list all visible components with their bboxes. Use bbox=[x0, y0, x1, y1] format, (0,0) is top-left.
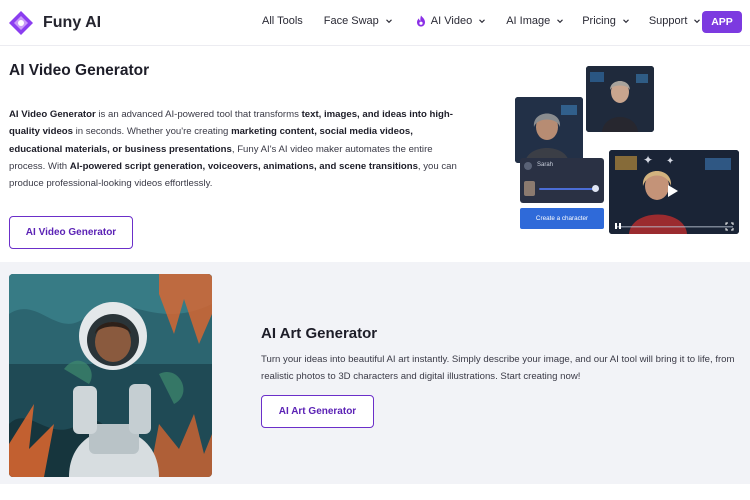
page-bottom-strip bbox=[0, 484, 750, 500]
video-thumbnail bbox=[586, 66, 654, 132]
nav-item-face-swap[interactable]: Face Swap bbox=[324, 15, 392, 27]
section-title: AI Video Generator bbox=[9, 62, 150, 79]
character-name: Sarah bbox=[537, 162, 554, 168]
app-button[interactable]: APP bbox=[702, 11, 742, 33]
astronaut-artwork-image bbox=[9, 274, 212, 477]
section-description: Turn your ideas into beautiful AI art in… bbox=[261, 354, 735, 382]
sparkle-icon: ✦ bbox=[643, 153, 654, 167]
create-character-button[interactable]: Create a character bbox=[520, 208, 604, 229]
chevron-down-icon bbox=[694, 19, 701, 24]
character-panel: Sarah bbox=[520, 158, 604, 203]
nav-item-label: Pricing bbox=[582, 15, 616, 27]
video-thumbnail bbox=[515, 97, 583, 163]
section-description: AI Video Generator is an advanced AI-pow… bbox=[9, 106, 459, 192]
presenter-image bbox=[515, 97, 583, 163]
pause-icon[interactable] bbox=[614, 222, 622, 230]
brand-name: Funy AI bbox=[43, 14, 102, 31]
funy-ai-logo-icon bbox=[9, 11, 33, 35]
nav-item-support[interactable]: Support bbox=[649, 15, 701, 27]
nav-menu: All Tools Face Swap AI Video AI Image Pr… bbox=[262, 15, 701, 27]
brand-logo[interactable]: Funy AI bbox=[8, 10, 101, 36]
nav-item-label: Support bbox=[648, 15, 688, 27]
top-navbar: Funy AI All Tools Face Swap AI Video AI … bbox=[0, 0, 750, 46]
chevron-down-icon bbox=[557, 19, 564, 24]
character-thumbnail bbox=[524, 181, 535, 196]
ai-art-generator-button[interactable]: AI Art Generator bbox=[261, 395, 374, 428]
section-title: AI Art Generator bbox=[261, 325, 378, 342]
avatar bbox=[524, 162, 532, 170]
nav-item-label: Face Swap bbox=[323, 15, 379, 27]
fullscreen-icon[interactable] bbox=[725, 222, 734, 231]
chevron-down-icon bbox=[479, 19, 486, 24]
astronaut-illustration bbox=[9, 274, 212, 477]
nav-item-ai-video[interactable]: AI Video bbox=[415, 15, 486, 27]
nav-item-pricing[interactable]: Pricing bbox=[582, 15, 629, 27]
slider-handle[interactable] bbox=[592, 185, 599, 192]
nav-item-label: AI Video bbox=[430, 15, 473, 27]
ai-video-generator-button[interactable]: AI Video Generator bbox=[9, 216, 133, 249]
desc-bold: AI Video Generator bbox=[9, 109, 96, 120]
voice-slider[interactable] bbox=[539, 188, 599, 190]
ai-art-section: AI Art Generator Turn your ideas into be… bbox=[0, 262, 750, 484]
nav-item-ai-image[interactable]: AI Image bbox=[506, 15, 564, 27]
nav-item-all-tools[interactable]: All Tools bbox=[262, 15, 303, 27]
nav-item-label: All Tools bbox=[262, 15, 303, 27]
desc-bold: AI-powered script generation, voiceovers… bbox=[69, 160, 418, 172]
nav-item-label: AI Image bbox=[506, 15, 551, 27]
desc-text: is an advanced AI-powered tool that tran… bbox=[95, 109, 302, 120]
presenter-image bbox=[586, 66, 654, 132]
chevron-down-icon bbox=[385, 19, 392, 24]
ai-video-section: AI Video Generator AI Video Generator is… bbox=[0, 47, 750, 260]
video-collage-illustration: Sarah Create a character ✦ ✦ bbox=[510, 60, 744, 236]
sparkle-icon: ✦ bbox=[666, 156, 675, 167]
flame-icon bbox=[416, 15, 425, 27]
desc-text: in seconds. Whether you're creating bbox=[72, 126, 232, 138]
chevron-down-icon bbox=[622, 19, 629, 24]
play-icon[interactable] bbox=[667, 184, 679, 198]
